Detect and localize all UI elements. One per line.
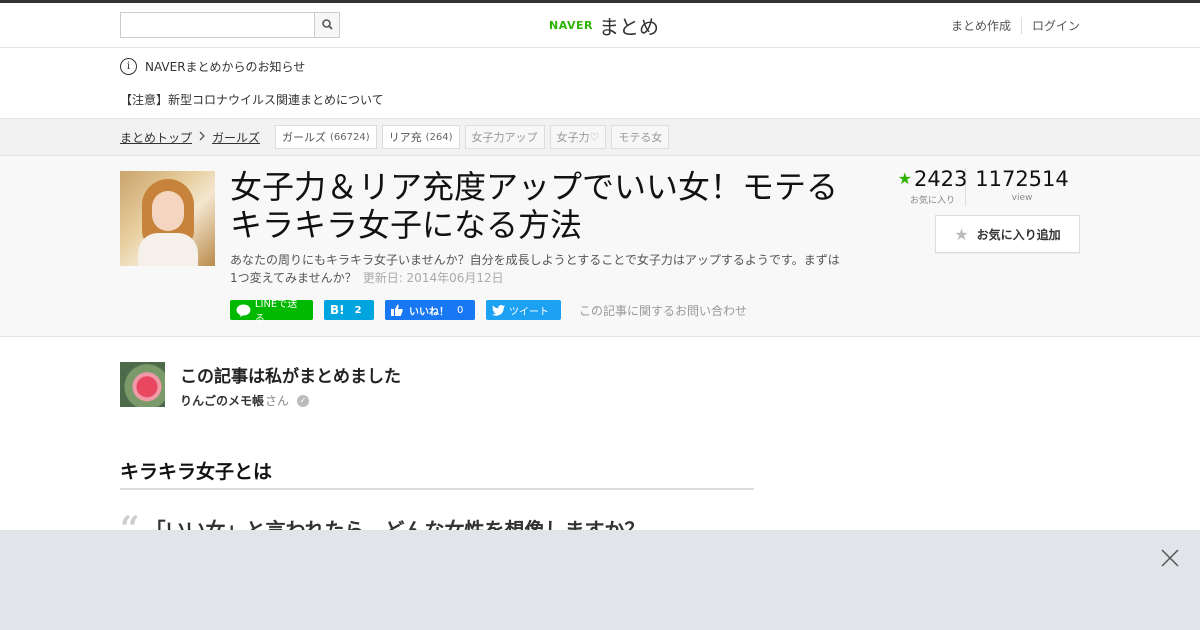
article-description: あなたの周りにもキラキラ女子いませんか？自分を成長しようとすることで女子力はアッ…	[230, 251, 845, 287]
tag-label: 女子力♡	[556, 131, 600, 144]
logo-text: まとめ	[598, 14, 659, 39]
tag-girls[interactable]: ガールズ (66724)	[275, 125, 377, 149]
add-favorite-label: お気に入り追加	[976, 227, 1061, 242]
tag-label: リア充	[388, 131, 422, 144]
avatar[interactable]	[120, 362, 165, 407]
article-header: 女子力＆リア充度アップでいい女！モテるキラキラ女子になる方法 あなたの周りにもキ…	[0, 156, 1200, 337]
breadcrumb: まとめトップ ガールズ	[120, 129, 260, 146]
line-share-button[interactable]: LINEで送る	[230, 299, 313, 325]
favorites-label: お気に入り	[909, 196, 955, 206]
updated-date: 更新日: 2014年06月12日	[362, 271, 504, 285]
info-notice-text: NAVERまとめからのお知らせ	[145, 60, 306, 74]
tag-list: ガールズ (66724) リア充 (264) 女子力アップ 女子力♡ モテる女	[275, 125, 674, 149]
add-favorite-button[interactable]: ★ お気に入り追加	[935, 215, 1080, 253]
naver-matome-logo[interactable]: NAVER まとめ	[549, 12, 659, 39]
tag-moteru-onna[interactable]: モテる女	[611, 125, 670, 149]
favorites-stat: ★ 2423 お気に入り	[897, 167, 968, 206]
corona-notice-link[interactable]: 【注意】新型コロナウイルス関連まとめについて	[120, 91, 384, 108]
author-suffix: さん	[265, 394, 290, 408]
header-links: まとめ作成 ログイン	[941, 17, 1080, 34]
facebook-like-label: いいね！	[409, 306, 449, 318]
breadcrumb-bar: まとめトップ ガールズ ガールズ (66724) リア充 (264) 女子力アッ…	[0, 118, 1200, 156]
verified-check-icon: ✓	[297, 394, 310, 407]
author-name[interactable]: りんごのメモ帳	[180, 392, 264, 409]
search-icon	[322, 19, 333, 30]
article-title: 女子力＆リア充度アップでいい女！モテるキラキラ女子になる方法	[230, 168, 839, 244]
tag-count: (264)	[425, 131, 453, 143]
tweet-label: ツイート	[509, 306, 549, 318]
contact-link[interactable]: この記事に関するお問い合わせ	[579, 302, 747, 319]
article-stats: ★ 2423 お気に入り 1172514 view	[897, 167, 1069, 206]
tag-joshiryoku-up[interactable]: 女子力アップ	[464, 125, 545, 149]
tag-label: 女子力アップ	[471, 131, 538, 144]
search-box	[120, 12, 340, 38]
search-button[interactable]	[314, 13, 339, 37]
thumbs-up-icon	[391, 304, 403, 316]
author-heading: この記事は私がまとめました	[180, 367, 401, 387]
views-stat: 1172514 view	[966, 167, 1069, 206]
hatena-bookmark-button[interactable]: B! 2	[324, 300, 374, 320]
logo-brand: NAVER	[549, 18, 593, 32]
facebook-like-count: 0	[457, 304, 464, 316]
description-text: あなたの周りにもキラキラ女子いませんか？自分を成長しようとすることで女子力はアッ…	[230, 253, 840, 285]
favorites-count: 2423	[913, 167, 968, 191]
breadcrumb-girls[interactable]: ガールズ	[212, 129, 260, 146]
login-link[interactable]: ログイン	[1020, 17, 1080, 34]
facebook-like-button[interactable]: いいね！ 0	[385, 300, 475, 320]
tag-count: (66724)	[330, 131, 370, 143]
tweet-button[interactable]: ツイート	[486, 300, 561, 320]
star-icon: ★	[897, 169, 912, 188]
global-header: NAVER まとめ まとめ作成 ログイン	[0, 3, 1200, 48]
close-button[interactable]	[1160, 548, 1180, 568]
create-matome-link[interactable]: まとめ作成	[941, 17, 1021, 34]
article-thumbnail	[120, 171, 215, 266]
chevron-right-icon	[198, 131, 206, 144]
hatena-icon: B!	[330, 303, 345, 317]
section-heading: キラキラ女子とは	[120, 457, 754, 490]
tag-riajuu[interactable]: リア充 (264)	[381, 125, 460, 149]
info-icon: i	[120, 58, 137, 75]
tag-label: ガールズ	[282, 131, 326, 144]
hatena-count: 2	[354, 304, 362, 316]
search-input[interactable]	[121, 13, 315, 37]
star-icon: ★	[954, 224, 969, 244]
twitter-bird-icon	[492, 304, 505, 316]
views-label: view	[1011, 193, 1033, 203]
tag-joshiryoku-heart[interactable]: 女子力♡	[549, 125, 607, 149]
line-icon	[236, 304, 251, 317]
social-buttons: LINEで送る B! 2 いいね！ 0 ツイート この記事に関するお問い合わせ	[230, 299, 747, 325]
views-count: 1172514	[975, 167, 1069, 191]
bottom-ad-overlay	[0, 530, 1200, 630]
info-notice[interactable]: i NAVERまとめからのお知らせ	[120, 58, 305, 75]
tag-label: モテる女	[618, 131, 663, 144]
line-share-label: LINEで送る	[254, 299, 298, 325]
breadcrumb-top[interactable]: まとめトップ	[120, 129, 192, 146]
close-icon	[1161, 549, 1179, 567]
author-name-row: りんごのメモ帳 さん ✓	[180, 392, 310, 409]
